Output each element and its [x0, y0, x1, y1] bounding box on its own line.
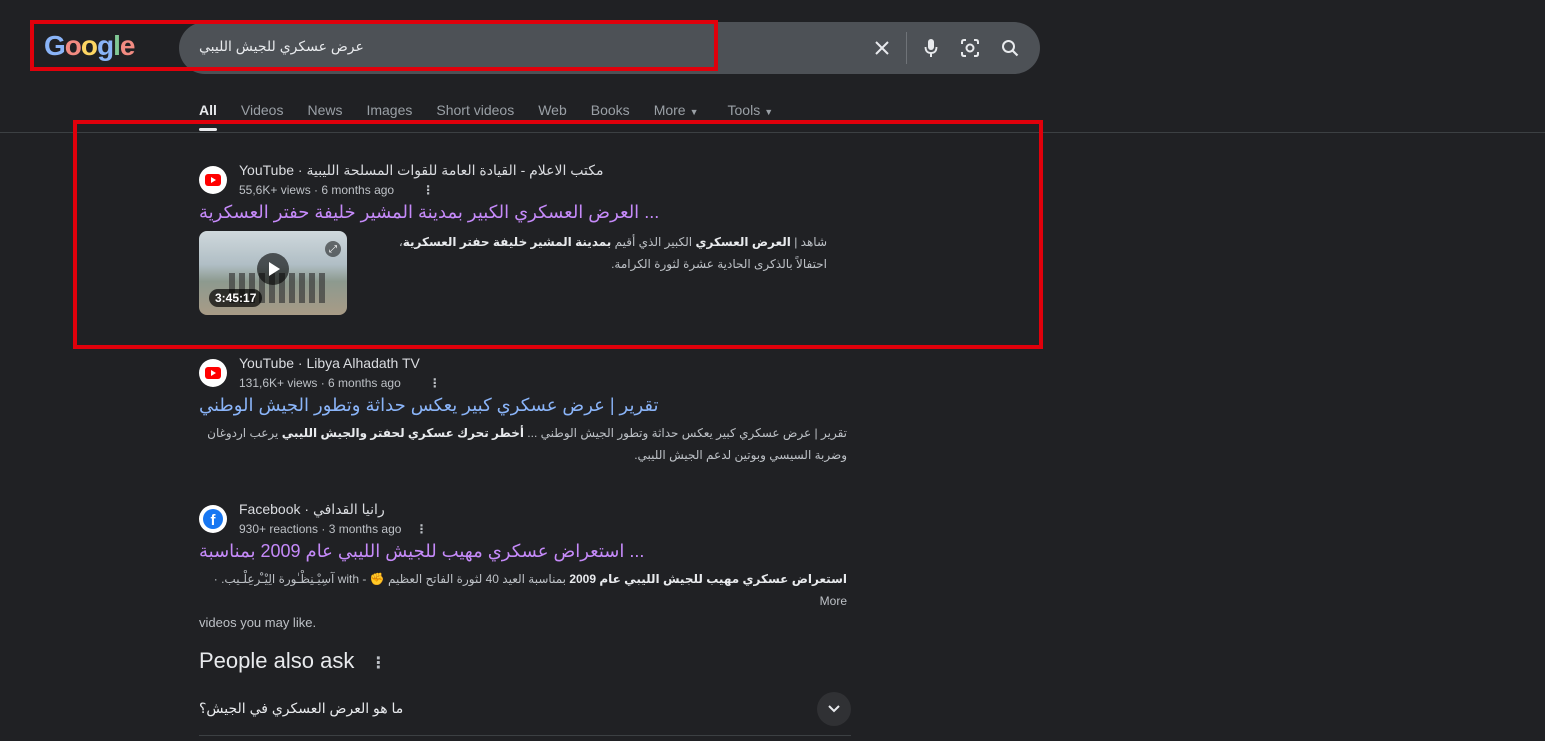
search-divider [906, 32, 907, 64]
tab-news[interactable]: News [307, 102, 342, 118]
meta-text: 55,6K+ views · 6 months ago [239, 183, 395, 197]
tab-tools[interactable]: Tools ▼ [728, 102, 774, 118]
logo-letter: l [113, 30, 121, 61]
tab-tools-label: Tools [727, 102, 761, 118]
play-icon [257, 253, 289, 285]
expand-icon: ⤢ [325, 241, 341, 257]
video-thumbnail[interactable]: 3:45:17 ⤢ [199, 231, 347, 315]
result-source[interactable]: f Facebook · رانيا القدافي 930+ reaction… [199, 501, 839, 541]
result-title[interactable]: العرض العسكري الكبير بمدينة المشير خليفة… [199, 202, 839, 223]
tabs-divider [0, 132, 1545, 133]
camera-lens-icon[interactable] [956, 34, 984, 62]
search-bar[interactable]: عرض عسكري للجيش الليبي [179, 22, 1040, 74]
result-snippet-line: videos you may like. [199, 615, 317, 630]
logo-letter: g [97, 30, 114, 61]
more-options-icon[interactable]: ⋮ [422, 183, 434, 197]
caret-down-icon: ▼ [689, 107, 699, 117]
result-source[interactable]: YouTube · Libya Alhadath TV 131,6K+ view… [199, 355, 839, 395]
tab-web[interactable]: Web [538, 102, 567, 118]
source-name: Facebook · رانيا القدافي [239, 501, 385, 517]
logo-letter: o [64, 30, 82, 61]
video-duration: 3:45:17 [209, 289, 263, 307]
tab-books[interactable]: Books [591, 102, 630, 118]
logo-letter: o [80, 30, 98, 61]
search-result: YouTube · Libya Alhadath TV 131,6K+ view… [199, 355, 847, 466]
snippet-text: شاهد | [790, 235, 827, 249]
tab-more[interactable]: More ▼ [654, 102, 699, 118]
microphone-icon[interactable] [917, 34, 945, 62]
meta-text: 930+ reactions · 3 months ago [239, 522, 402, 536]
tab-all[interactable]: All [199, 102, 217, 131]
source-meta: 55,6K+ views · 6 months ago ⋮ [239, 183, 434, 197]
video-preview: 3:45:17 ⤢ شاهد | العرض العسكري الكبير ال… [199, 231, 839, 327]
paa-heading: People also ask ⋮ [199, 648, 851, 674]
search-input[interactable]: عرض عسكري للجيش الليبي [199, 38, 364, 55]
people-also-ask: People also ask ⋮ ما هو العرض العسكري في … [199, 648, 851, 736]
result-title[interactable]: استعراض عسكري مهيب للجيش الليبي عام 2009… [199, 541, 839, 562]
source-name: YouTube · مكتب الاعلام - القيادة العامة … [239, 162, 604, 178]
result-snippet: شاهد | العرض العسكري الكبير الذي أقيم بم… [367, 231, 827, 275]
search-result: YouTube · مكتب الاعلام - القيادة العامة … [199, 162, 839, 327]
result-title[interactable]: تقرير | عرض عسكري كبير يعكس حداثة وتطور … [199, 395, 839, 416]
search-result: f Facebook · رانيا القدافي 930+ reaction… [199, 501, 847, 634]
tab-more-label: More [653, 102, 686, 118]
logo-letter: e [119, 30, 136, 61]
logo-letter: G [44, 30, 66, 61]
youtube-icon [199, 166, 227, 194]
clear-icon[interactable] [868, 34, 896, 62]
source-meta: 930+ reactions · 3 months ago ⋮ [239, 522, 427, 536]
caret-down-icon: ▼ [764, 107, 774, 117]
result-snippet: تقرير | عرض عسكري كبير يعكس حداثة وتطور … [199, 422, 847, 466]
chevron-down-icon[interactable] [817, 692, 851, 726]
more-options-icon[interactable]: ⋮ [415, 522, 427, 536]
paa-question-text: ما هو العرض العسكري في الجيش؟ [199, 700, 404, 716]
more-options-icon[interactable]: ⋮ [370, 655, 386, 672]
snippet-bold: بمدينة المشير خليفة حفتر العسكرية [402, 235, 612, 249]
result-snippet: استعراض عسكري مهيب للجيش الليبي عام 2009… [199, 568, 847, 612]
youtube-icon [199, 359, 227, 387]
paa-question[interactable]: ما هو العرض العسكري في الجيش؟ [199, 692, 851, 736]
meta-text: 131,6K+ views · 6 months ago [239, 376, 401, 390]
facebook-icon: f [199, 505, 227, 533]
search-tabs: All Videos News Images Short videos Web … [199, 102, 797, 131]
snippet-bold: العرض العسكري [695, 235, 791, 249]
tab-images[interactable]: Images [366, 102, 412, 118]
search-icon[interactable] [996, 34, 1024, 62]
result-source[interactable]: YouTube · مكتب الاعلام - القيادة العامة … [199, 162, 839, 202]
source-meta: 131,6K+ views · 6 months ago ⋮ [239, 376, 441, 390]
snippet-bold: أخطر تحرك عسكري لحفتر والجيش الليبي [281, 426, 524, 440]
snippet-bold: استعراض عسكري مهيب للجيش الليبي عام 2009 [569, 572, 847, 586]
more-options-icon[interactable]: ⋮ [429, 376, 441, 390]
tab-short-videos[interactable]: Short videos [436, 102, 514, 118]
paa-title: People also ask [199, 648, 355, 673]
snippet-text: تقرير | عرض عسكري كبير يعكس حداثة وتطور … [523, 426, 847, 440]
source-name: YouTube · Libya Alhadath TV [239, 355, 420, 371]
google-logo[interactable]: Google [44, 30, 136, 62]
snippet-text: الكبير الذي أقيم [611, 235, 696, 249]
tab-videos[interactable]: Videos [241, 102, 284, 118]
